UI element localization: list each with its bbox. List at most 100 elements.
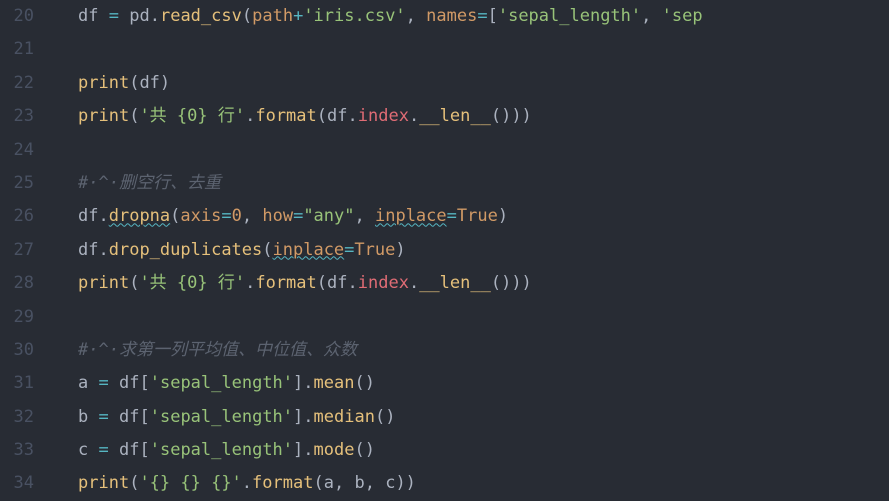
code-token: ] <box>293 440 303 460</box>
code-token: ( <box>262 240 272 260</box>
code-token: 'sepal_length' <box>150 407 293 427</box>
code-token: mean <box>314 373 355 393</box>
code-token: . <box>245 273 255 293</box>
code-token: () <box>375 407 395 427</box>
code-token: pd <box>129 6 149 26</box>
code-token: ( <box>242 6 252 26</box>
code-area[interactable]: df = pd.read_csv(path+'iris.csv', names=… <box>52 0 889 501</box>
code-token: ( <box>129 73 139 93</box>
code-token: . <box>303 440 313 460</box>
code-token: ) <box>395 240 405 260</box>
code-token: df <box>327 106 347 126</box>
code-token: index <box>358 106 409 126</box>
code-token: = <box>447 206 457 226</box>
code-token: . <box>150 6 160 26</box>
code-token: df <box>78 206 98 226</box>
code-token: . <box>409 106 419 126</box>
line-number: 25 <box>0 167 34 200</box>
line-number: 20 <box>0 0 34 33</box>
code-line[interactable]: #·^·删空行、去重 <box>52 167 889 200</box>
code-token: #·^·求第一列平均值、中位值、众数 <box>78 340 357 360</box>
code-token <box>98 6 108 26</box>
code-token: 'sep <box>662 6 703 26</box>
code-token: ( <box>129 106 139 126</box>
code-line[interactable]: c = df['sepal_length'].mode() <box>52 434 889 467</box>
code-line[interactable] <box>52 301 889 334</box>
code-token: . <box>348 106 358 126</box>
code-token: read_csv <box>160 6 242 26</box>
code-token: , <box>641 6 661 26</box>
code-token: ] <box>293 407 303 427</box>
code-token: . <box>242 473 252 493</box>
code-token: ( <box>129 473 139 493</box>
code-line[interactable]: df.drop_duplicates(inplace=True) <box>52 234 889 267</box>
code-token: median <box>314 407 375 427</box>
code-line[interactable]: #·^·求第一列平均值、中位值、众数 <box>52 334 889 367</box>
line-number: 23 <box>0 100 34 133</box>
code-token: c <box>78 440 88 460</box>
code-line[interactable]: b = df['sepal_length'].median() <box>52 401 889 434</box>
code-token: = <box>221 206 231 226</box>
code-token: 'sepal_length' <box>150 373 293 393</box>
code-token: '{} {} {}' <box>139 473 241 493</box>
code-token: ) <box>498 206 508 226</box>
code-line[interactable] <box>52 134 889 167</box>
code-token: ] <box>293 373 303 393</box>
code-token: = <box>477 6 487 26</box>
code-token: ( <box>170 206 180 226</box>
line-number: 33 <box>0 434 34 467</box>
code-token: print <box>78 273 129 293</box>
code-token: ())) <box>491 106 532 126</box>
code-token: b <box>78 407 88 427</box>
code-token: = <box>99 373 109 393</box>
code-line[interactable]: print(df) <box>52 67 889 100</box>
code-token: print <box>78 73 129 93</box>
code-token: , <box>242 206 262 226</box>
code-token: '共 {0} 行' <box>139 106 245 126</box>
code-token: #·^·删空行、去重 <box>78 173 221 193</box>
code-token <box>88 407 98 427</box>
line-number: 26 <box>0 200 34 233</box>
code-token: [ <box>139 373 149 393</box>
code-token: print <box>78 106 129 126</box>
code-line[interactable]: df.dropna(axis=0, how="any", inplace=Tru… <box>52 200 889 233</box>
code-token: . <box>303 373 313 393</box>
code-token: ) <box>160 73 170 93</box>
code-token: , <box>355 206 375 226</box>
code-token: "any" <box>303 206 354 226</box>
code-token: , <box>365 473 385 493</box>
code-token: [ <box>139 440 149 460</box>
code-token: 'iris.csv' <box>303 6 405 26</box>
code-token: , <box>334 473 354 493</box>
code-token: a <box>78 373 88 393</box>
line-number: 28 <box>0 267 34 300</box>
code-line[interactable] <box>52 33 889 66</box>
code-line[interactable]: print('共 {0} 行'.format(df.index.__len__(… <box>52 100 889 133</box>
code-token: . <box>98 206 108 226</box>
code-token: df <box>119 373 139 393</box>
code-line[interactable]: a = df['sepal_length'].mean() <box>52 367 889 400</box>
code-token: df <box>78 240 98 260</box>
code-token: __len__ <box>419 106 491 126</box>
code-token: ( <box>313 473 323 493</box>
line-number: 34 <box>0 467 34 500</box>
code-token: axis <box>180 206 221 226</box>
code-token: [ <box>488 6 498 26</box>
code-token: = <box>99 407 109 427</box>
code-token: format <box>252 473 313 493</box>
code-line[interactable]: print('共 {0} 行'.format(df.index.__len__(… <box>52 267 889 300</box>
code-token: . <box>409 273 419 293</box>
code-token: )) <box>395 473 415 493</box>
code-token: True <box>457 206 498 226</box>
code-token: print <box>78 473 129 493</box>
code-line[interactable]: df = pd.read_csv(path+'iris.csv', names=… <box>52 0 889 33</box>
code-token: names <box>426 6 477 26</box>
code-editor[interactable]: 202122232425262728293031323334 df = pd.r… <box>0 0 889 501</box>
code-token: path <box>252 6 293 26</box>
code-token: drop_duplicates <box>109 240 263 260</box>
code-token <box>109 373 119 393</box>
line-number: 32 <box>0 401 34 434</box>
code-token: df <box>139 73 159 93</box>
code-token: index <box>358 273 409 293</box>
code-line[interactable]: print('{} {} {}'.format(a, b, c)) <box>52 467 889 500</box>
